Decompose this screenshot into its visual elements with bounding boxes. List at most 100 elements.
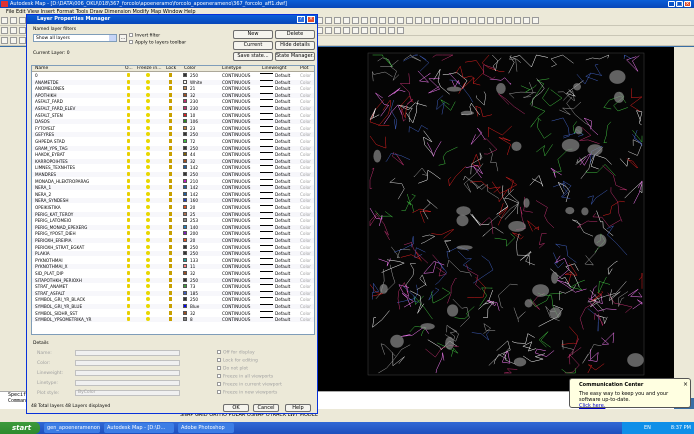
layer-row[interactable]: OPEIKISTIKA 20 CONTINUOUS Default Color <box>32 205 314 210</box>
color-swatch[interactable] <box>183 271 187 275</box>
lightbulb-icon[interactable] <box>127 251 130 256</box>
unlock-icon[interactable] <box>169 165 172 170</box>
layer-lineweight[interactable]: Default <box>275 297 290 302</box>
unlock-icon[interactable] <box>169 244 172 249</box>
sun-freeze-icon[interactable] <box>146 132 150 137</box>
sun-freeze-icon[interactable] <box>146 139 150 143</box>
layer-lineweight[interactable]: Default <box>275 192 290 197</box>
sun-freeze-icon[interactable] <box>146 205 150 209</box>
layer-row[interactable]: ANAMETDE White CONTINUOUS Default Color <box>32 79 314 85</box>
layer-color-num[interactable]: 142 <box>190 165 198 170</box>
unlock-icon[interactable] <box>169 185 172 190</box>
layer-lineweight[interactable]: Default <box>275 185 290 190</box>
layer-plotstyle[interactable]: Color <box>300 258 311 263</box>
unlock-icon[interactable] <box>169 224 172 229</box>
layer-table-header[interactable]: Name O... Freeze in... Lock Color Linety… <box>32 66 314 72</box>
lightbulb-icon[interactable] <box>127 238 130 242</box>
layer-color-num[interactable]: 25 <box>190 212 195 217</box>
layer-lineweight[interactable]: Default <box>275 106 290 111</box>
layer-plotstyle[interactable]: Color <box>300 311 311 316</box>
color-swatch[interactable] <box>183 264 187 269</box>
color-swatch[interactable] <box>183 251 187 256</box>
toolbar-tool-icon[interactable] <box>532 17 539 24</box>
freeze-current-checkbox[interactable]: Freeze in current viewport <box>217 382 282 388</box>
color-swatch[interactable] <box>183 92 187 97</box>
lightbulb-icon[interactable] <box>127 106 130 110</box>
lightbulb-icon[interactable] <box>127 310 130 315</box>
layer-row[interactable]: NERA_2 142 CONTINUOUS Default Color <box>32 191 314 197</box>
lightbulb-icon[interactable] <box>127 158 130 163</box>
sun-freeze-icon[interactable] <box>146 277 150 282</box>
layer-linetype[interactable]: CONTINUOUS <box>222 132 250 137</box>
layer-linetype[interactable]: CONTINUOUS <box>222 93 250 98</box>
toolbar-tool-icon[interactable] <box>325 17 332 24</box>
toolbar-tool-icon[interactable] <box>460 17 467 24</box>
freeze-all-checkbox[interactable]: Freeze in all viewports <box>217 374 273 380</box>
layer-color-num[interactable]: 142 <box>190 185 198 190</box>
color-swatch[interactable] <box>183 191 187 196</box>
layer-plotstyle[interactable]: Color <box>300 93 311 98</box>
layer-lineweight[interactable]: Default <box>275 159 290 164</box>
layer-plotstyle[interactable]: Color <box>300 165 311 170</box>
sun-freeze-icon[interactable] <box>146 231 150 236</box>
layer-plotstyle[interactable]: Color <box>300 152 311 157</box>
layer-color-num[interactable]: 72 <box>190 139 195 144</box>
layer-lineweight[interactable]: Default <box>275 264 290 269</box>
communication-center-balloon[interactable]: Communication Center The easy way to kee… <box>569 378 691 409</box>
layer-plotstyle[interactable]: Color <box>300 179 311 184</box>
layer-lineweight[interactable]: Default <box>275 99 290 104</box>
layer-lineweight[interactable]: Default <box>275 73 290 78</box>
layer-lineweight[interactable]: Default <box>275 165 290 170</box>
col-freeze[interactable]: Freeze in... <box>137 66 162 72</box>
toolbar-tool-icon[interactable] <box>1 37 8 44</box>
sun-freeze-icon[interactable] <box>146 112 150 117</box>
layer-linetype[interactable]: CONTINUOUS <box>222 205 250 210</box>
do-not-plot-checkbox[interactable]: Do not plot <box>217 366 248 372</box>
toolbar-tool-icon[interactable] <box>451 17 458 24</box>
unlock-icon[interactable] <box>169 106 172 110</box>
off-display-checkbox[interactable]: Off for display <box>217 350 255 356</box>
toolbar-tool-icon[interactable] <box>505 17 512 24</box>
layer-row[interactable]: KARROPOIHTES 32 CONTINUOUS Default Color <box>32 158 314 164</box>
toolbar-tool-icon[interactable] <box>361 27 368 34</box>
toolbar-tool-icon[interactable] <box>1 17 8 24</box>
layer-row[interactable]: ASFALT_FARD 230 CONTINUOUS Default Color <box>32 99 314 104</box>
sun-freeze-icon[interactable] <box>146 271 150 275</box>
layer-lineweight[interactable]: Default <box>275 231 290 236</box>
lightbulb-icon[interactable] <box>127 119 130 124</box>
col-plot[interactable]: Plot <box>300 66 308 72</box>
task-photoshop[interactable]: Adobe Photoshop <box>178 423 234 433</box>
layer-color-num[interactable]: 142 <box>190 192 198 197</box>
layer-color-num[interactable]: 250 <box>190 297 198 302</box>
unlock-icon[interactable] <box>169 238 172 242</box>
chevron-down-icon[interactable] <box>109 35 116 41</box>
layer-linetype[interactable]: CONTINUOUS <box>222 152 250 157</box>
toolbar-tool-icon[interactable] <box>352 17 359 24</box>
layer-lineweight[interactable]: Default <box>275 172 290 177</box>
new-layer-button[interactable]: New <box>233 30 273 39</box>
layer-plotstyle[interactable]: Color <box>300 126 311 131</box>
lightbulb-icon[interactable] <box>127 277 130 282</box>
layer-row[interactable]: MONADA_HLEKTROPARAG 210 CONTINUOUS Default C… <box>32 178 314 184</box>
lightbulb-icon[interactable] <box>127 139 130 143</box>
color-swatch[interactable] <box>183 178 187 183</box>
col-name[interactable]: Name <box>35 66 48 72</box>
sun-freeze-icon[interactable] <box>146 238 150 242</box>
unlock-icon[interactable] <box>169 73 172 77</box>
unlock-icon[interactable] <box>169 132 172 137</box>
layer-color-num[interactable]: 133 <box>190 258 198 263</box>
layer-row[interactable]: NERA_1 142 CONTINUOUS Default Color <box>32 185 314 191</box>
sun-freeze-icon[interactable] <box>146 172 150 176</box>
layer-lineweight[interactable]: Default <box>275 139 290 144</box>
color-swatch[interactable] <box>183 139 187 143</box>
lightbulb-icon[interactable] <box>127 211 130 216</box>
unlock-icon[interactable] <box>169 178 172 183</box>
sun-freeze-icon[interactable] <box>146 165 150 170</box>
layer-color-num[interactable]: 140 <box>190 225 198 230</box>
color-swatch[interactable] <box>183 185 187 190</box>
color-swatch[interactable] <box>183 172 187 176</box>
toolbar-tool-icon[interactable] <box>334 27 341 34</box>
lightbulb-icon[interactable] <box>127 218 130 223</box>
col-linetype[interactable]: Linetype <box>222 66 241 72</box>
lightbulb-icon[interactable] <box>127 244 130 249</box>
